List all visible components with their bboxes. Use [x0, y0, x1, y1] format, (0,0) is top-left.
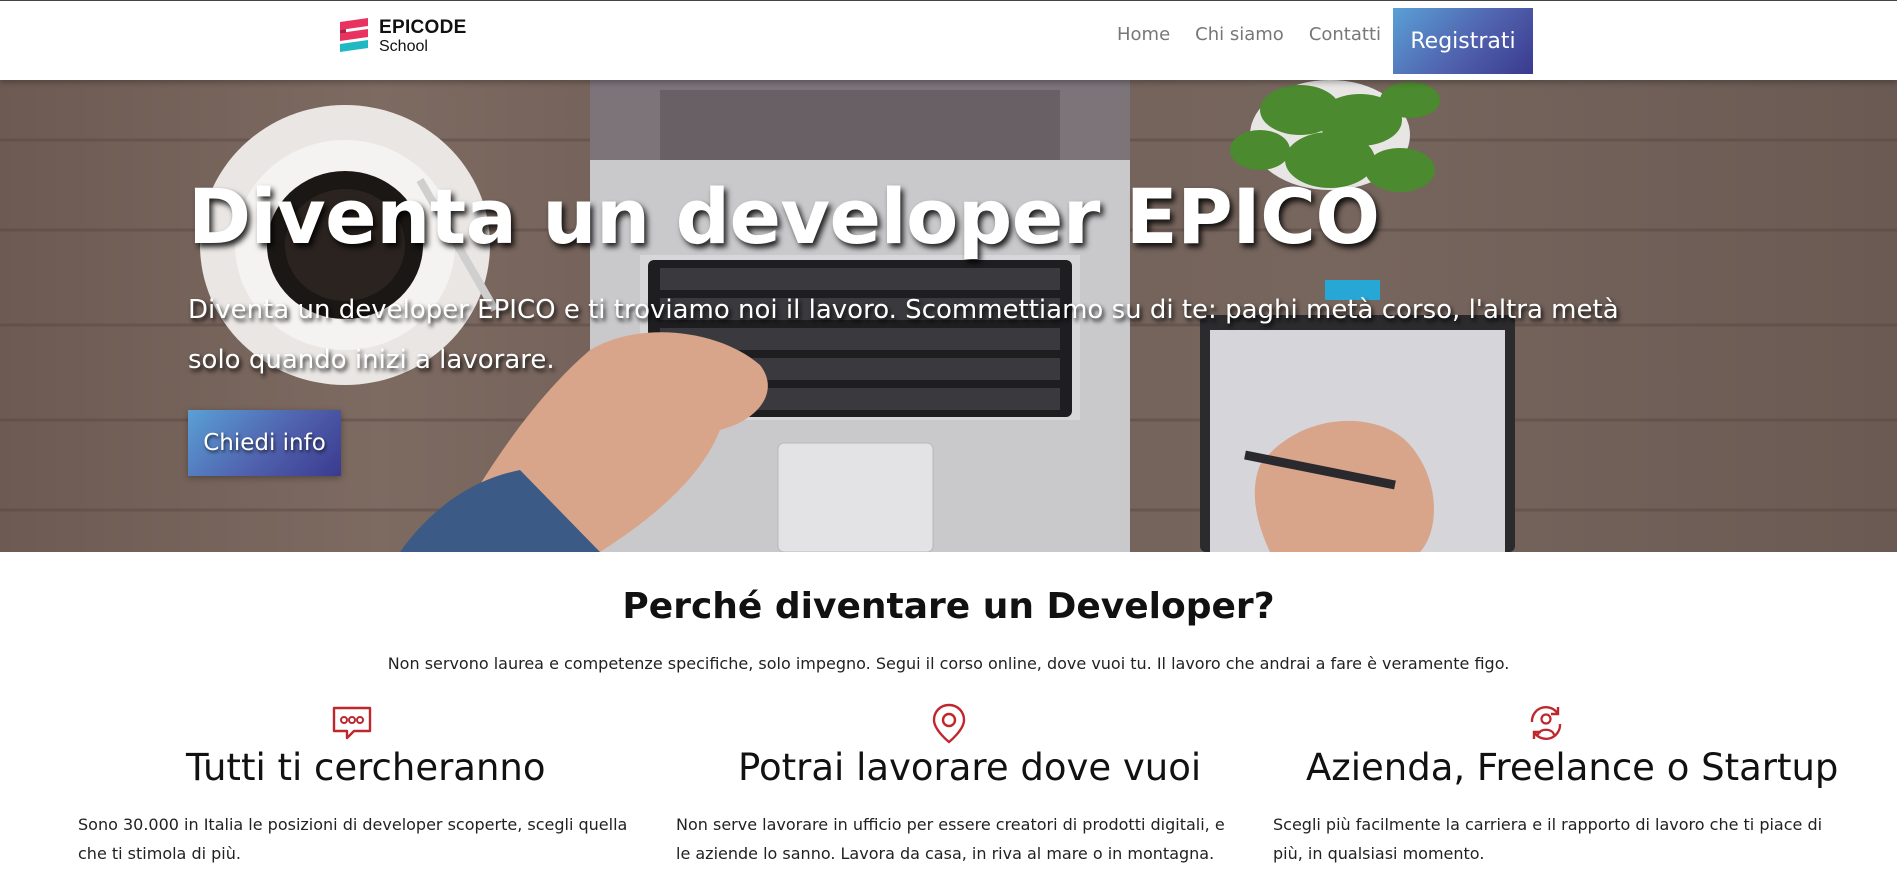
hero-title: Diventa un developer EPICO — [188, 172, 1380, 261]
feature-title-3: Azienda, Freelance o Startup — [1306, 746, 1839, 789]
chat-bubble-icon — [332, 706, 372, 740]
chiedi-info-button[interactable]: Chiedi info — [188, 410, 341, 476]
nav-chi-siamo[interactable]: Chi siamo — [1195, 24, 1284, 45]
epicode-logo-mark-icon — [340, 18, 368, 52]
main-nav: Home Chi siamo Contatti — [1117, 24, 1406, 45]
feature-text-3: Scegli più facilmente la carriera e il r… — [1273, 815, 1823, 863]
feature-title-2: Potrai lavorare dove vuoi — [738, 746, 1202, 789]
logo-brand: EPICODE — [379, 17, 467, 38]
why-section-subtitle: Non servono laurea e competenze specific… — [387, 654, 1510, 673]
nav-contatti[interactable]: Contatti — [1309, 24, 1381, 45]
hero-description: Diventa un developer EPICO e ti troviamo… — [188, 295, 1619, 375]
epicode-logo[interactable]: EPICODE School — [340, 16, 480, 58]
location-pin-icon — [932, 703, 966, 744]
nav-home[interactable]: Home — [1117, 24, 1170, 45]
register-button[interactable]: Registrati — [1393, 8, 1533, 74]
feature-title-1: Tutti ti cercheranno — [186, 746, 546, 789]
navbar: EPICODE School Home Chi siamo Contatti R… — [0, 0, 1897, 80]
feature-text-1: Sono 30.000 in Italia le posizioni di de… — [78, 815, 628, 863]
why-section-title: Perché diventare un Developer? — [622, 586, 1275, 627]
feature-text-2: Non serve lavorare in ufficio per essere… — [676, 815, 1225, 863]
user-refresh-icon — [1530, 706, 1562, 740]
hero-banner: Diventa un developer EPICO Diventa un de… — [0, 80, 1897, 552]
logo-sub: School — [379, 38, 428, 55]
